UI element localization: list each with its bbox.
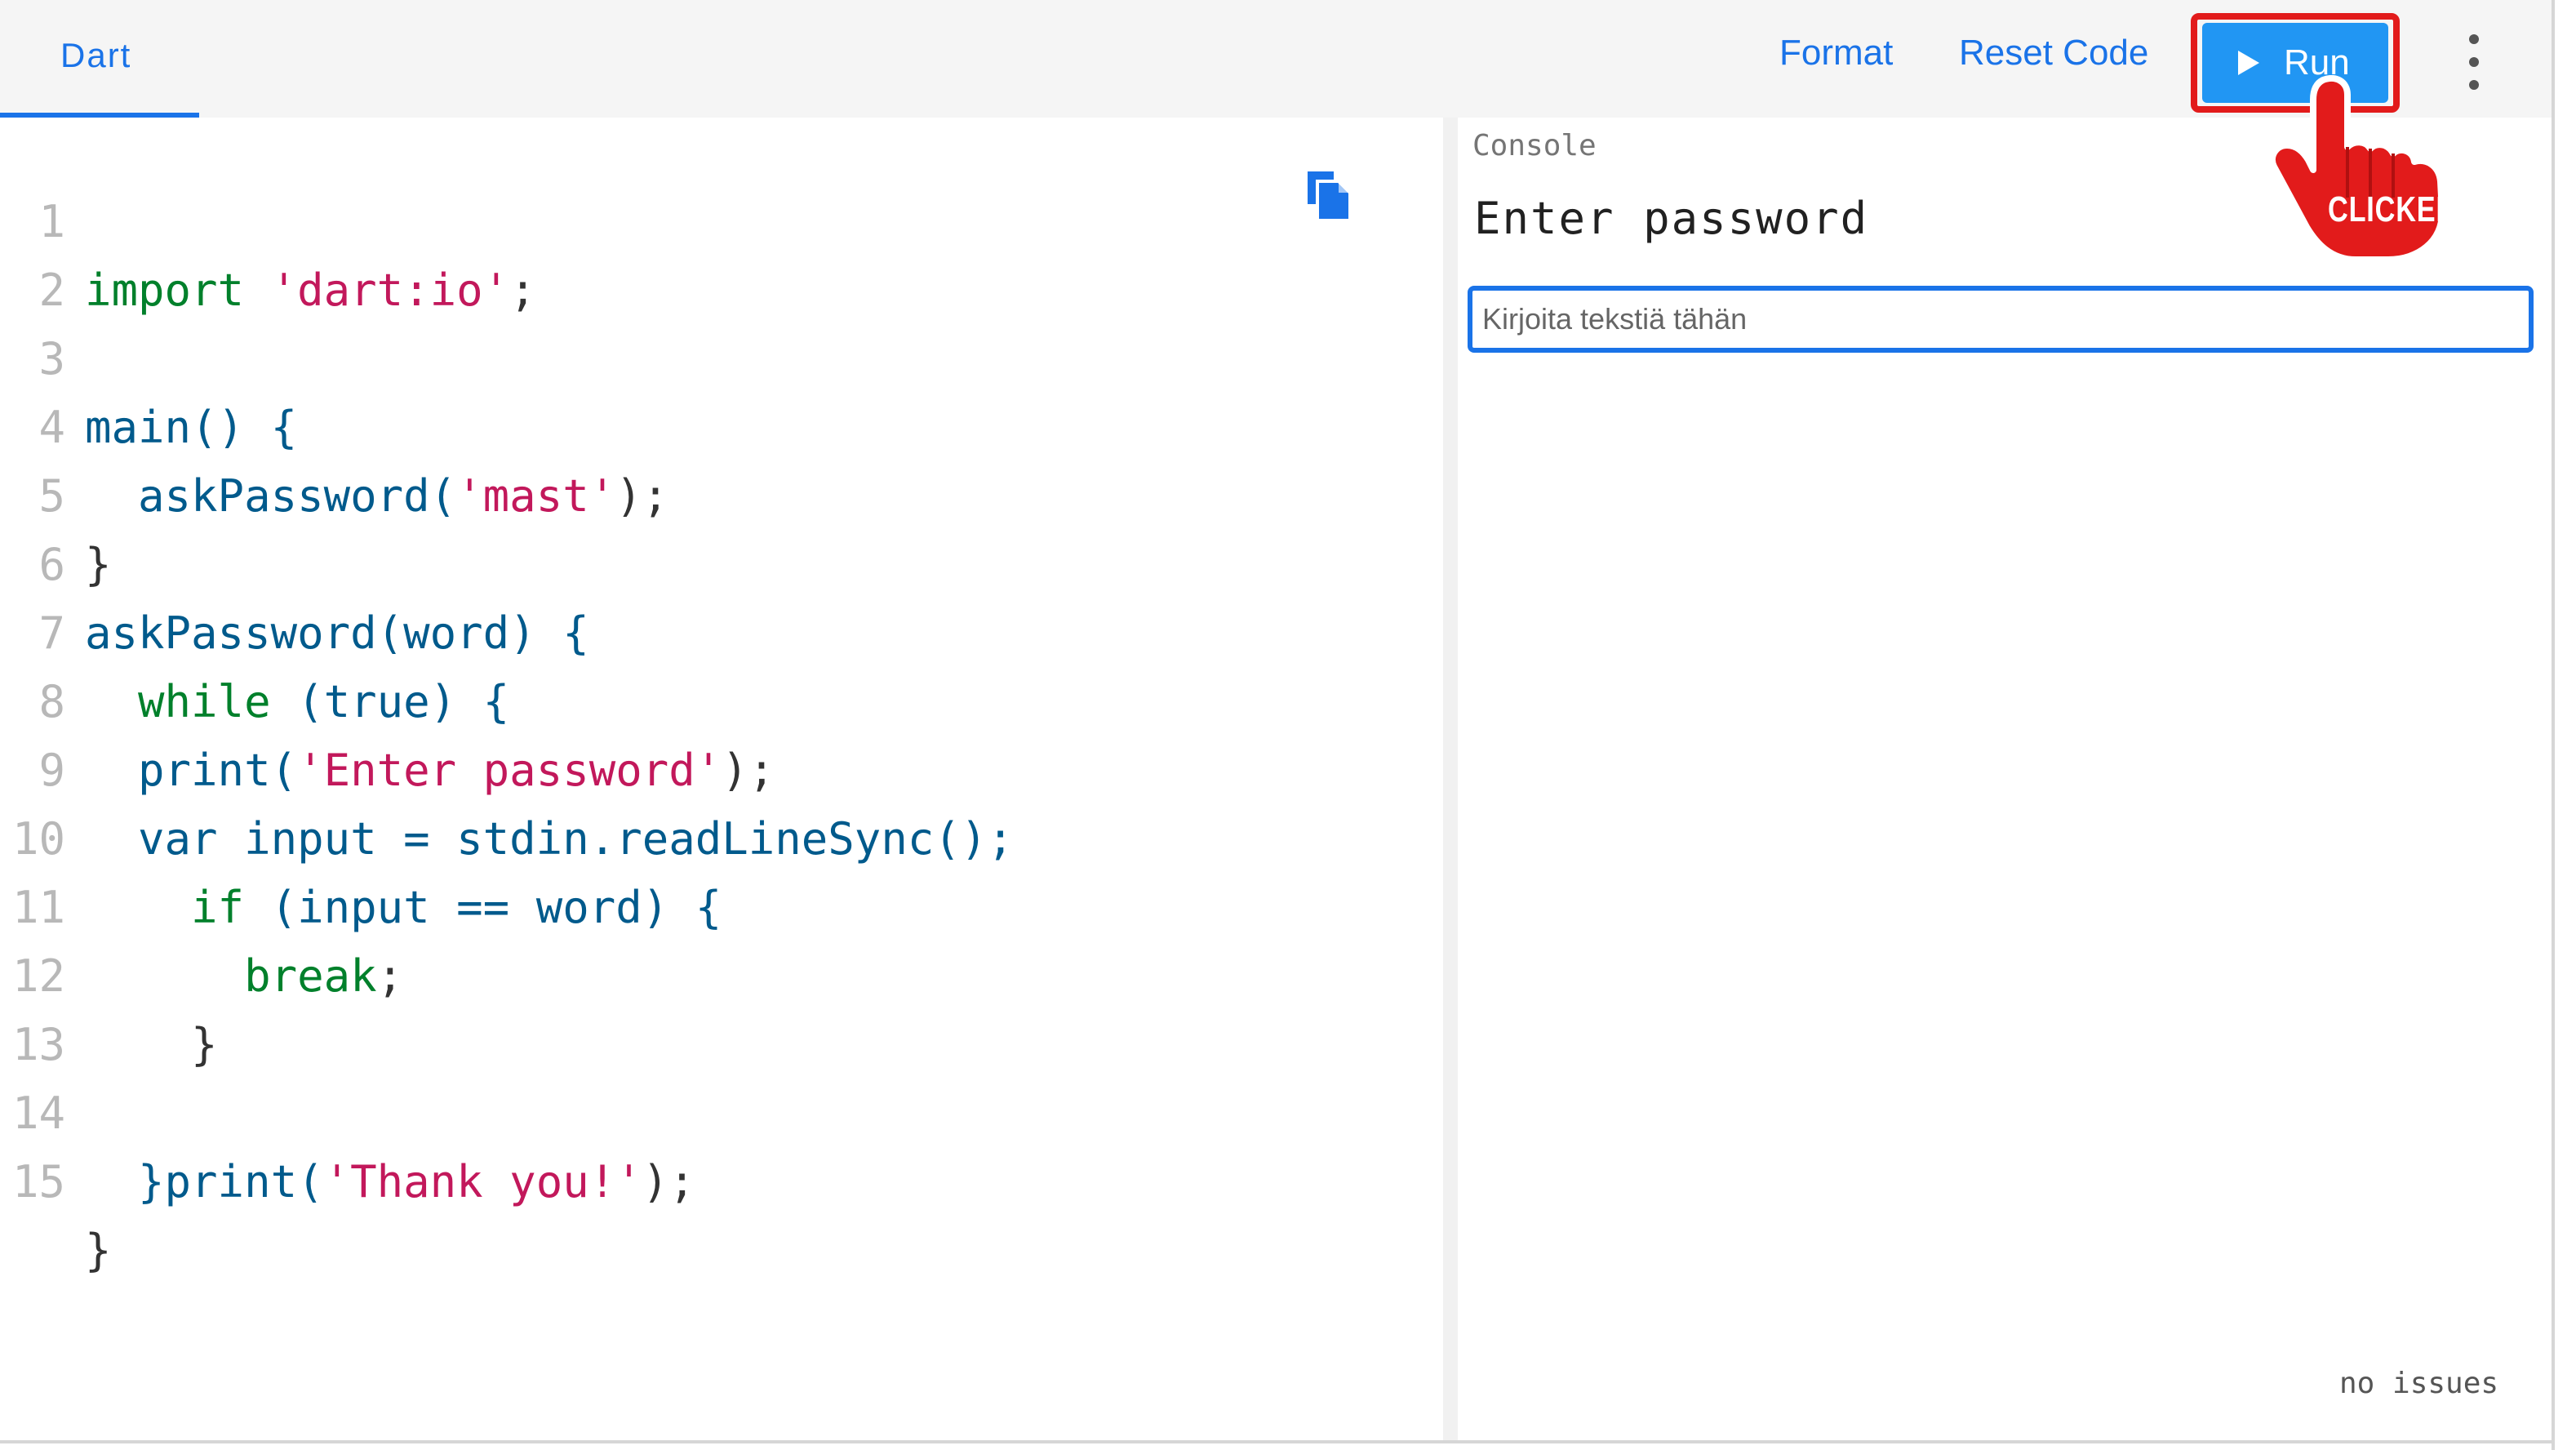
code-line: 10 if (input == word) { — [11, 813, 722, 933]
panel-divider[interactable] — [1443, 118, 1458, 1440]
window-edge — [0, 1440, 2555, 1443]
code-line: 4 askPassword('mast'); — [38, 402, 669, 522]
clicked-label: CLICKED — [2328, 189, 2457, 229]
code-line: 5 } — [38, 470, 112, 590]
console-panel: Console Enter password no issues — [1458, 118, 2552, 1440]
pointing-hand-icon — [2266, 75, 2462, 263]
more-options-icon[interactable] — [2462, 34, 2486, 90]
code-editor[interactable]: 1 import 'dart:io'; 2 3 main() { 4 askPa… — [0, 118, 1443, 1440]
code-line: 11 break; — [11, 882, 404, 1002]
tab-dart-label: Dart — [60, 36, 132, 74]
format-button[interactable]: Format — [1779, 33, 1893, 73]
code-line: 8 print('Enter password'); — [38, 676, 775, 796]
copy-icon[interactable] — [1306, 170, 1352, 222]
code-line: 7 while (true) { — [38, 607, 510, 727]
window-edge — [2552, 0, 2555, 1450]
console-output: Enter password — [1474, 193, 1869, 244]
issues-status: no issues — [2339, 1367, 2499, 1400]
console-input-field[interactable] — [1468, 286, 2534, 353]
code-line: 13 — [11, 1019, 65, 1070]
code-line: 12 } — [11, 950, 218, 1070]
code-line: 9 var input = stdin.readLineSync(); — [38, 745, 1014, 865]
code-line: 6 askPassword(word) { — [38, 539, 589, 659]
reset-code-button[interactable]: Reset Code — [1959, 33, 2148, 73]
code-line: 3 main() { — [38, 333, 298, 453]
tab-dart[interactable]: Dart — [0, 0, 199, 118]
code-line: 14 }print('Thank you!'); — [11, 1088, 695, 1208]
code-line: 15 } — [11, 1156, 112, 1276]
top-bar: Dart Format Reset Code Run — [0, 0, 2552, 118]
console-title: Console — [1472, 129, 1597, 162]
code-line: 1 import 'dart:io'; — [38, 196, 536, 316]
code-line: 2 — [38, 265, 65, 316]
